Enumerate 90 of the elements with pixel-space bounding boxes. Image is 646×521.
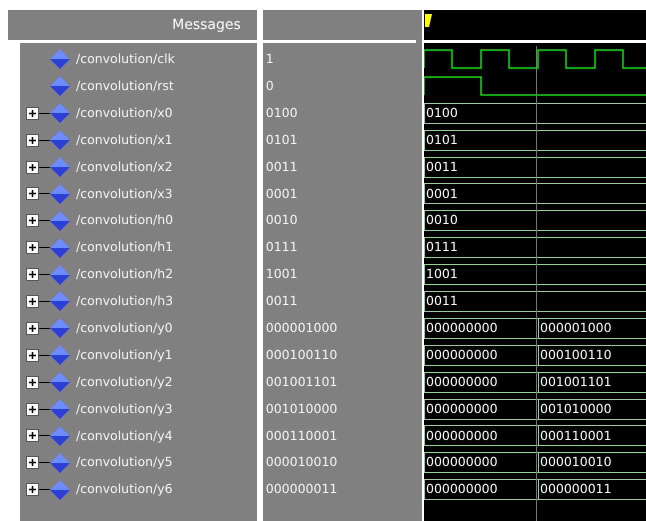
signal-value: 1001 — [264, 265, 298, 284]
signal-value: 0011 — [264, 292, 298, 310]
signal-value: 0010 — [264, 211, 298, 230]
bus-value-segment: 000010010 — [538, 452, 646, 474]
diamond-icon — [50, 452, 70, 473]
signal-value: 000001000 — [264, 318, 338, 337]
signal-value: 000010010 — [264, 453, 338, 472]
bus-value-segment: 000000000 — [424, 372, 538, 393]
signal-value: 0011 — [264, 158, 298, 176]
bus-value-segment: 000001000 — [538, 318, 646, 339]
diamond-icon — [50, 157, 70, 177]
bus-value-segment: 000000000 — [424, 479, 538, 500]
expand-icon[interactable] — [26, 268, 39, 282]
expand-icon[interactable] — [26, 134, 39, 147]
signal-value: 0 — [264, 76, 274, 95]
diamond-icon — [50, 399, 70, 420]
bus-value-segment: 0010 — [424, 210, 646, 232]
diamond-icon — [50, 264, 70, 285]
bus-value-segment: 0001 — [424, 183, 646, 204]
bus-value-segment: 000000000 — [424, 344, 538, 366]
signal-value: 0001 — [264, 184, 298, 203]
column-header: Messages — [8, 10, 257, 43]
time-marker-icon[interactable] — [425, 14, 433, 28]
signal-value: 000100110 — [264, 346, 338, 364]
diamond-icon — [50, 480, 70, 500]
bus-value-segment: 0011 — [424, 156, 646, 178]
signal-value: 0101 — [264, 130, 298, 149]
diamond-icon — [50, 426, 70, 446]
signal-name[interactable]: /convolution/clk — [76, 50, 175, 69]
diamond-icon — [50, 345, 70, 366]
expand-icon[interactable] — [26, 402, 39, 416]
diamond-icon — [50, 210, 70, 231]
signal-value: 1 — [264, 50, 274, 68]
signal-value: 001010000 — [264, 400, 338, 418]
expand-icon[interactable] — [26, 241, 39, 254]
bus-value-segment: 000110001 — [538, 425, 646, 446]
bus-value-segment: 1001 — [424, 264, 646, 286]
signal-value: 000110001 — [264, 426, 338, 445]
signal-value: 001001101 — [264, 372, 338, 391]
diamond-icon — [50, 372, 70, 392]
signal-name[interactable]: /convolution/x1 — [76, 130, 173, 150]
expand-icon[interactable] — [26, 348, 39, 362]
bus-value-segment: 0111 — [424, 237, 646, 258]
signal-value: 0100 — [264, 104, 298, 122]
diamond-icon — [50, 318, 70, 338]
diamond-icon — [50, 49, 70, 70]
signal-name[interactable]: /convolution/h1 — [76, 238, 174, 258]
expand-icon[interactable] — [26, 106, 39, 120]
bus-value-segment: 0101 — [424, 130, 646, 151]
expand-icon[interactable] — [26, 376, 39, 389]
signal-name[interactable]: /convolution/y2 — [76, 372, 173, 392]
diamond-icon — [50, 184, 70, 204]
signal-name[interactable]: /convolution/h3 — [76, 292, 174, 311]
bus-value-segment: 000000000 — [424, 398, 538, 420]
expand-icon[interactable] — [26, 483, 39, 496]
expand-icon[interactable] — [26, 456, 39, 470]
signal-name[interactable]: /convolution/x2 — [76, 158, 173, 176]
signal-name[interactable]: /convolution/h0 — [76, 211, 174, 230]
expand-icon[interactable] — [26, 429, 39, 442]
bus-value-segment: 000000011 — [538, 479, 646, 500]
signal-name[interactable]: /convolution/x0 — [76, 104, 173, 123]
bus-value-segment: 0100 — [424, 102, 646, 124]
signal-value: 0111 — [264, 238, 298, 256]
signal-name[interactable]: /convolution/y1 — [76, 346, 173, 365]
expand-icon[interactable] — [26, 160, 39, 174]
signal-name[interactable]: /convolution/y4 — [76, 426, 173, 446]
bus-value-segment: 000100110 — [538, 344, 646, 366]
bus-value-segment: 000000000 — [424, 452, 538, 474]
diamond-icon — [50, 291, 70, 312]
signal-name[interactable]: /convolution/rst — [76, 76, 174, 96]
signal-name[interactable]: /convolution/h2 — [76, 265, 174, 284]
bus-value-segment: 001010000 — [538, 398, 646, 420]
signal-value: 000000011 — [264, 480, 338, 498]
diamond-icon — [50, 130, 70, 150]
bus-value-segment: 001001101 — [538, 372, 646, 393]
bus-value-segment: 000000000 — [424, 318, 538, 339]
expand-icon[interactable] — [26, 214, 39, 228]
expand-icon[interactable] — [26, 187, 39, 200]
signal-name[interactable]: /convolution/y0 — [76, 318, 173, 338]
expand-icon[interactable] — [26, 322, 39, 335]
diamond-icon — [50, 238, 70, 258]
signal-name[interactable]: /convolution/y3 — [76, 400, 173, 418]
bus-value-segment: 0011 — [424, 290, 646, 312]
signal-name[interactable]: /convolution/y5 — [76, 453, 173, 472]
signal-name[interactable]: /convolution/y6 — [76, 480, 173, 500]
bus-value-segment: 000000000 — [424, 425, 538, 446]
signal-name[interactable]: /convolution/x3 — [76, 184, 173, 204]
diamond-icon — [50, 103, 70, 124]
diamond-icon — [50, 76, 70, 96]
expand-icon[interactable] — [26, 294, 39, 308]
